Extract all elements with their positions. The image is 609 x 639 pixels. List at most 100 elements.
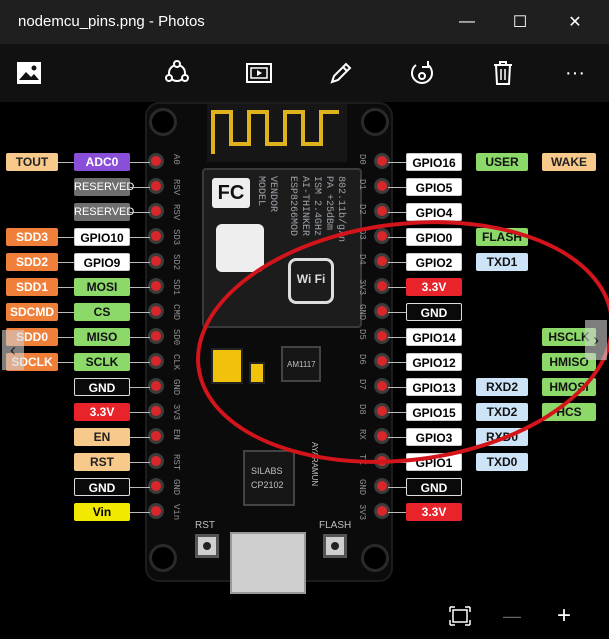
- board-pin-name: GND: [171, 379, 181, 396]
- close-button[interactable]: ✕: [547, 0, 603, 44]
- leader-line: [388, 212, 408, 213]
- board-pin-name: D0: [357, 154, 367, 165]
- board-pin-name: D2: [357, 204, 367, 215]
- leader-line: [130, 262, 150, 263]
- title-bar: nodemcu_pins.png - Photos — ☐ ✕: [0, 0, 609, 44]
- board-pin-name: RSV: [171, 179, 181, 196]
- left-pin-alt-label: SDD1: [6, 278, 58, 296]
- leader-line: [130, 337, 150, 338]
- right-pin-gpio-label: GPIO5: [406, 178, 462, 196]
- edit-icon[interactable]: [326, 58, 356, 88]
- left-pin-function-label: SCLK: [74, 353, 130, 371]
- board-pin-name: 3V3: [357, 504, 367, 521]
- mounting-hole: [361, 544, 389, 572]
- board-pin-name: SD3: [171, 229, 181, 246]
- leader-line: [130, 287, 150, 288]
- module-text-vendor: VENDOR: [267, 176, 278, 213]
- image-viewer: FC Wi Fi MODEL VENDOR ESP8266MOD AI-THIN…: [0, 102, 609, 639]
- module-text-esp: ESP8266MOD: [287, 176, 298, 237]
- rotate-icon[interactable]: [407, 58, 437, 88]
- left-pin-function-label: GPIO9: [74, 253, 130, 271]
- leader-line: [388, 187, 408, 188]
- rst-label: RST: [195, 520, 215, 531]
- fcc-logo: FC: [212, 178, 250, 208]
- left-pin-function-label: EN: [74, 428, 130, 446]
- module-text-vendor-name: AI-THINKER: [299, 176, 310, 237]
- zoom-in-button[interactable]: +: [550, 602, 578, 630]
- left-pin-function-label: CS: [74, 303, 130, 321]
- fit-to-window-icon[interactable]: [446, 602, 474, 630]
- left-pin-function-label: GND: [74, 378, 130, 396]
- left-pin-function-label: GND: [74, 478, 130, 496]
- flash-label: FLASH: [319, 520, 352, 531]
- right-pin-gpio-label: GND: [406, 478, 462, 496]
- zoom-out-button[interactable]: —: [498, 602, 526, 630]
- board-pin-name: CMD: [171, 304, 181, 321]
- mounting-hole: [149, 544, 177, 572]
- board-pin-name: GND: [357, 479, 367, 496]
- chip-label-model: CP2102: [251, 480, 284, 490]
- mounting-hole: [149, 108, 177, 136]
- leader-line: [130, 237, 150, 238]
- image-icon[interactable]: [14, 58, 44, 88]
- board-pin-name: D1: [357, 179, 367, 190]
- maximize-button[interactable]: ☐: [492, 0, 548, 44]
- rst-button: [195, 534, 219, 558]
- right-pin-function-label: TXD0: [476, 453, 528, 471]
- left-pin-alt-label: SDCMD: [6, 303, 58, 321]
- board-pin-name: Vin: [171, 504, 181, 521]
- leader-line: [130, 412, 150, 413]
- leader-line: [130, 212, 150, 213]
- leader-line: [130, 187, 150, 188]
- leader-line: [58, 237, 74, 238]
- right-pin-gpio-label: GPIO4: [406, 203, 462, 221]
- left-pin-function-label: MISO: [74, 328, 130, 346]
- zoom-bar: — +: [0, 590, 609, 639]
- board-pin-name: SD0: [171, 329, 181, 346]
- left-pin-function-label: ADC0: [74, 153, 130, 171]
- delete-icon[interactable]: [488, 58, 518, 88]
- leader-line: [58, 362, 74, 363]
- board-pin-name: RST: [171, 454, 181, 471]
- leader-line: [388, 512, 408, 513]
- share-icon[interactable]: [162, 58, 192, 88]
- left-pin-function-label: RST: [74, 453, 130, 471]
- board-pin-name: SD1: [171, 279, 181, 296]
- leader-line: [58, 262, 74, 263]
- window-title: nodemcu_pins.png - Photos: [18, 13, 205, 30]
- previous-image-button[interactable]: ‹: [2, 330, 24, 370]
- usb-uart-chip: SILABS CP2102: [243, 450, 295, 506]
- module-text-model: MODEL: [255, 176, 266, 207]
- minimize-button[interactable]: —: [439, 0, 495, 44]
- next-image-button[interactable]: ›: [585, 320, 607, 360]
- leader-line: [130, 362, 150, 363]
- module-logo: [216, 224, 264, 272]
- leader-line: [130, 487, 150, 488]
- leader-line: [58, 312, 74, 313]
- left-pin-header: [149, 156, 163, 531]
- more-icon[interactable]: ···: [560, 58, 590, 88]
- left-pin-function-label: Vin: [74, 503, 130, 521]
- leader-line: [130, 387, 150, 388]
- leader-line: [130, 512, 150, 513]
- left-pin-alt-label: SDD2: [6, 253, 58, 271]
- right-pin-alt-label: WAKE: [542, 153, 596, 171]
- module-text-ism: ISM 2.4GHz: [311, 176, 322, 237]
- leader-line: [130, 437, 150, 438]
- board-pin-name: GND: [171, 479, 181, 496]
- leader-line: [58, 337, 74, 338]
- leader-line: [388, 487, 408, 488]
- slideshow-icon[interactable]: [244, 58, 274, 88]
- leader-line: [130, 312, 150, 313]
- usb-port: [230, 532, 306, 594]
- board-pin-name: SD2: [171, 254, 181, 271]
- chip-label-silabs: SILABS: [251, 466, 283, 476]
- board-pin-name: A0: [171, 154, 181, 165]
- left-pin-alt-label: TOUT: [6, 153, 58, 171]
- board-pin-name: RSV: [171, 204, 181, 221]
- antenna-trace: [207, 104, 347, 162]
- flash-button: [323, 534, 347, 558]
- photos-toolbar: ···: [0, 44, 609, 103]
- board-pin-name: 3V3: [171, 404, 181, 421]
- left-pin-function-label: GPIO10: [74, 228, 130, 246]
